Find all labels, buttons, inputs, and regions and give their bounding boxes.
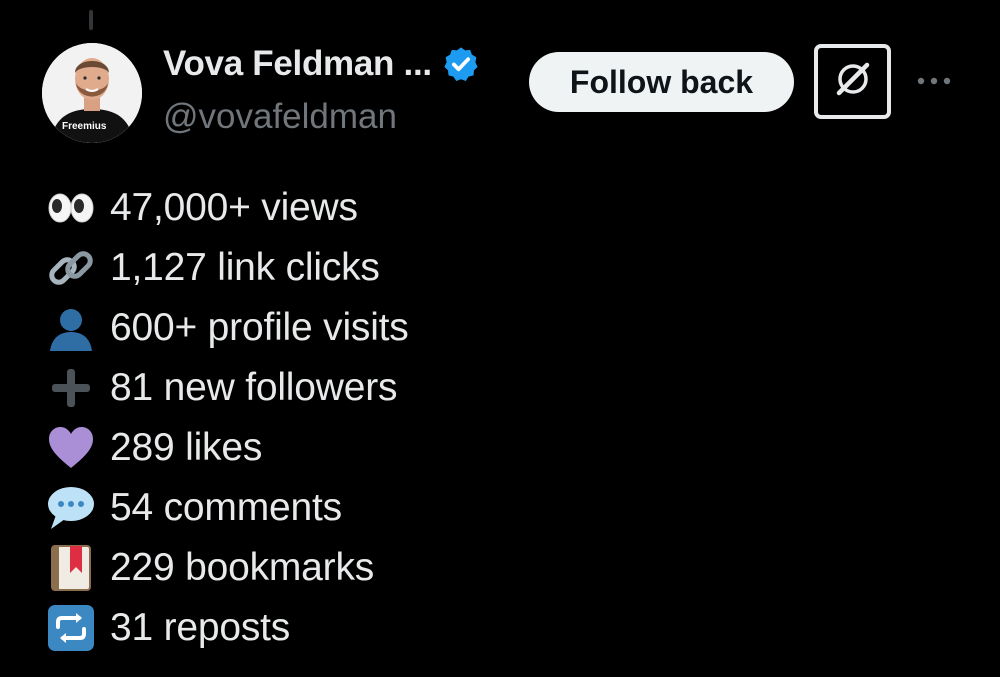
stat-views-text: 47,000+ views [110, 186, 358, 229]
stat-likes-text: 289 likes [110, 426, 263, 469]
stat-reposts: 31 reposts [46, 598, 409, 658]
stat-link-clicks-text: 1,127 link clicks [110, 246, 380, 289]
eyes-emoji-icon [46, 183, 96, 233]
stat-profile-visits: 600+ profile visits [46, 298, 409, 358]
more-options-button[interactable] [914, 70, 954, 94]
post-stats-list: 47,000+ views 1,127 link clicks 600+ pro… [46, 178, 409, 658]
stat-link-clicks: 1,127 link clicks [46, 238, 409, 298]
author-name-row[interactable]: Vova Feldman ... [163, 44, 480, 84]
link-emoji-icon [46, 243, 96, 293]
repeat-emoji-icon [46, 603, 96, 653]
stat-profile-visits-text: 600+ profile visits [110, 306, 409, 349]
stat-comments: 54 comments [46, 478, 409, 538]
plus-emoji-icon [46, 363, 96, 413]
bookmark-emoji-icon [46, 543, 96, 593]
bust-silhouette-emoji-icon [46, 303, 96, 353]
purple-heart-emoji-icon [46, 423, 96, 473]
avatar-badge-text: Freemius [62, 121, 107, 132]
stat-comments-text: 54 comments [110, 486, 342, 529]
follow-back-button[interactable]: Follow back [529, 52, 794, 112]
speech-balloon-emoji-icon [46, 483, 96, 533]
thread-connector-line [89, 10, 93, 30]
stat-reposts-text: 31 reposts [110, 606, 291, 649]
stat-new-followers: 81 new followers [46, 358, 409, 418]
stat-bookmarks: 229 bookmarks [46, 538, 409, 598]
author-display-name[interactable]: Vova Feldman ... [163, 44, 432, 84]
stat-likes: 289 likes [46, 418, 409, 478]
grok-button[interactable] [814, 44, 891, 119]
author-handle[interactable]: @vovafeldman [163, 97, 397, 137]
verified-badge-icon [442, 45, 480, 83]
stat-bookmarks-text: 229 bookmarks [110, 546, 375, 589]
stat-views: 47,000+ views [46, 178, 409, 238]
stat-new-followers-text: 81 new followers [110, 366, 398, 409]
avatar[interactable]: Freemius [42, 43, 142, 143]
grok-icon [831, 57, 875, 106]
more-dots-icon [916, 73, 952, 91]
